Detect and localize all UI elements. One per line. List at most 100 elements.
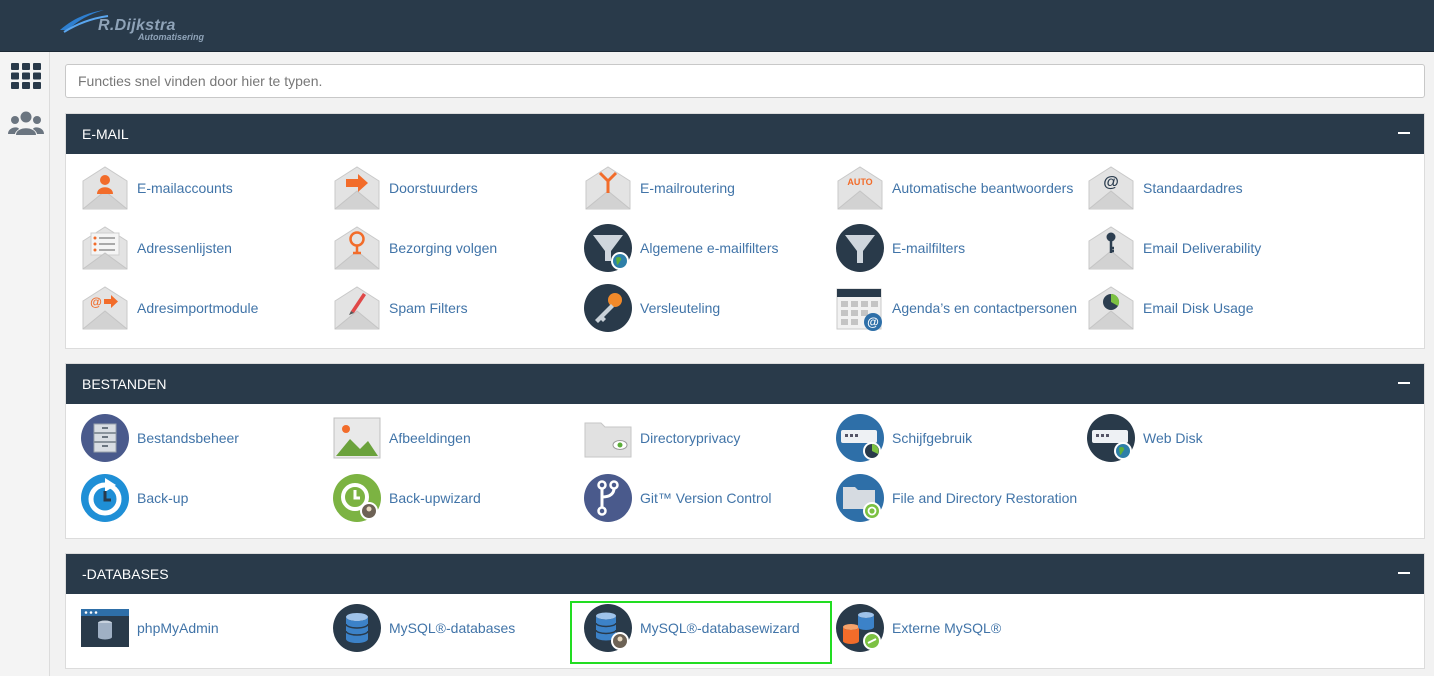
restoration-link[interactable]: File and Directory Restoration [835,471,1077,525]
item-label: Adresimportmodule [137,300,259,316]
email-filters-icon [836,224,884,272]
autoresponders-link[interactable]: AUTO Automatische beantwoorders [835,161,1073,215]
item-label: MySQL®-databases [389,620,516,636]
databases-panel: -DATABASES phpMyAdmin MySQL®-databases M… [65,553,1425,669]
forwarders-link[interactable]: Doorstuurders [332,161,478,215]
backup-wizard-link[interactable]: Back-upwizard [332,471,481,525]
web-disk-icon [1087,414,1135,462]
remote-mysql-icon [836,604,884,652]
item-label: Bezorging volgen [389,240,498,256]
item-label: File and Directory Restoration [892,490,1078,506]
top-bar: R.Dijkstra Automatisering [0,0,1434,52]
phpmyadmin-link[interactable]: phpMyAdmin [80,601,219,655]
backup-wizard-icon [333,474,381,522]
images-link[interactable]: Afbeeldingen [332,411,471,465]
files-panel: BESTANDEN Bestandsbeheer Afbeeldingen Di… [65,363,1425,539]
encryption-icon [584,284,632,332]
deliverability-link[interactable]: Email Deliverability [1086,221,1261,275]
forwarders-icon [334,166,380,210]
autoresponders-icon: AUTO [837,166,883,210]
files-panel-header[interactable]: BESTANDEN [66,364,1424,404]
collapse-icon[interactable] [1398,132,1410,134]
global-filters-link[interactable]: Algemene e-mailfilters [583,221,779,275]
web-disk-link[interactable]: Web Disk [1086,411,1203,465]
git-link[interactable]: Git™ Version Control [583,471,772,525]
databases-panel-header[interactable]: -DATABASES [66,554,1424,594]
email-panel-header[interactable]: E-MAIL [66,114,1424,154]
item-label: E-mailfilters [892,240,966,256]
encryption-link[interactable]: Versleuteling [583,281,720,335]
disk-usage-link[interactable]: Schijfgebruik [835,411,972,465]
item-label: Schijfgebruik [892,430,973,446]
email-routing-icon [585,166,631,210]
main-content: E-MAIL E-mailaccounts Doorstuurders [50,52,1434,676]
item-label: Afbeeldingen [389,430,471,446]
brand-sub: Automatisering [138,32,205,42]
mailing-lists-icon [82,226,128,270]
email-routing-link[interactable]: E-mailroutering [583,161,735,215]
databases-panel-body: phpMyAdmin MySQL®-databases MySQL®-datab… [66,594,1424,668]
item-label: phpMyAdmin [137,620,219,636]
rail-users-button[interactable] [8,106,44,142]
directory-privacy-icon [584,422,632,458]
global-filters-icon [584,224,632,272]
svg-text:AUTO: AUTO [847,177,872,187]
item-label: Versleuteling [640,300,721,316]
address-importer-link[interactable]: @ Adresimportmodule [80,281,258,335]
email-panel: E-MAIL E-mailaccounts Doorstuurders E-ma… [65,113,1425,349]
rail-grid-button[interactable] [8,58,44,94]
databases-panel-title: -DATABASES [82,566,169,582]
item-label: Externe MySQL® [892,620,1002,636]
disk-usage-icon [836,414,884,462]
email-panel-body: E-mailaccounts Doorstuurders E-mailroute… [66,154,1424,348]
item-label: E-mailroutering [640,180,735,196]
file-manager-icon [81,414,129,462]
images-icon [333,417,381,459]
search-input[interactable] [65,64,1425,98]
item-label: Email Disk Usage [1143,300,1254,316]
item-label: Agenda’s en contactpersonen [892,300,1077,316]
spam-filters-icon [334,286,380,330]
item-label: Standaardadres [1143,180,1243,196]
files-panel-body: Bestandsbeheer Afbeeldingen Directorypri… [66,404,1424,538]
file-manager-link[interactable]: Bestandsbeheer [80,411,239,465]
track-delivery-link[interactable]: Bezorging volgen [332,221,497,275]
item-label: Adressenlijsten [137,240,232,256]
item-label: Bestandsbeheer [137,430,239,446]
item-label: Email Deliverability [1143,240,1262,256]
spam-filters-link[interactable]: Spam Filters [332,281,468,335]
item-label: E-mailaccounts [137,180,233,196]
item-label: Doorstuurders [389,180,478,196]
users-icon [8,111,44,135]
email-accounts-link[interactable]: E-mailaccounts [80,161,233,215]
backup-icon [81,474,129,522]
collapse-icon[interactable] [1398,572,1410,574]
remote-mysql-link[interactable]: Externe MySQL® [835,601,1001,655]
side-rail [0,52,50,676]
email-filters-link[interactable]: E-mailfilters [835,221,965,275]
mailing-lists-link[interactable]: Adressenlijsten [80,221,232,275]
deliverability-icon [1088,226,1134,270]
default-address-link[interactable]: @ Standaardadres [1086,161,1243,215]
item-label: Back-up [137,490,189,506]
git-icon [584,474,632,522]
track-delivery-icon [334,226,380,270]
calendar-contacts-icon: @ [836,288,882,331]
phpmyadmin-icon [81,609,129,647]
item-label: Algemene e-mailfilters [640,240,779,256]
restoration-icon [836,474,884,522]
backup-link[interactable]: Back-up [80,471,188,525]
email-disk-usage-icon [1088,286,1134,330]
mysql-wizard-link[interactable]: MySQL®-databasewizard [583,601,800,655]
calendar-contacts-link[interactable]: @ Agenda’s en contactpersonen [835,281,1077,335]
brand-logo[interactable]: R.Dijkstra Automatisering [58,8,228,44]
email-disk-usage-link[interactable]: Email Disk Usage [1086,281,1253,335]
svg-text:@: @ [867,315,879,329]
mysql-databases-link[interactable]: MySQL®-databases [332,601,515,655]
item-label: MySQL®-databasewizard [640,620,800,636]
collapse-icon[interactable] [1398,382,1410,384]
email-panel-title: E-MAIL [82,126,129,142]
svg-text:@: @ [1103,174,1119,191]
directory-privacy-link[interactable]: Directoryprivacy [583,411,740,465]
email-accounts-icon [82,166,128,210]
